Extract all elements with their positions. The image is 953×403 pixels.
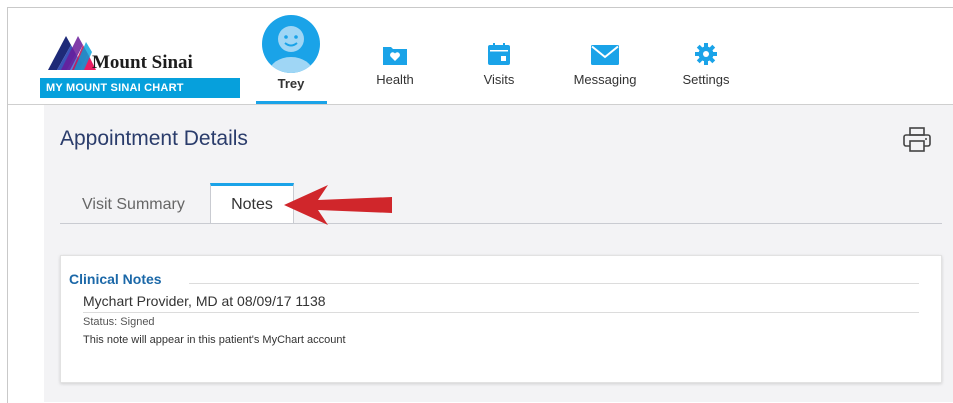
portal-name-bar: MY MOUNT SINAI CHART	[40, 78, 240, 98]
divider	[189, 283, 919, 284]
avatar-icon	[262, 15, 320, 73]
mount-sinai-logo[interactable]: Mount Sinai MY MOUNT SINAI CHART	[40, 30, 240, 102]
brand-name: Mount Sinai	[92, 52, 193, 73]
nav-label-visits: Visits	[483, 72, 515, 87]
red-arrow-icon	[284, 185, 392, 225]
tabs-divider	[60, 223, 942, 224]
nav-item-health[interactable]: Health	[360, 38, 430, 87]
nav-label-trey: Trey	[277, 76, 305, 91]
note-header-link[interactable]: Mychart Provider, MD at 08/09/17 1138	[83, 293, 326, 309]
nav-label-health: Health	[376, 72, 414, 87]
note-status: Status: Signed	[83, 316, 155, 328]
nav-item-trey[interactable]: Trey	[254, 15, 328, 91]
page-title: Appointment Details	[60, 127, 248, 150]
gear-icon	[695, 43, 717, 65]
annotation-arrow	[284, 185, 396, 240]
envelope-icon	[591, 45, 619, 65]
divider	[83, 312, 919, 313]
folder-heart-icon	[383, 47, 407, 65]
note-body: This note will appear in this patient's …	[83, 334, 346, 346]
active-nav-indicator	[256, 101, 327, 104]
nav-label-messaging: Messaging	[573, 72, 637, 87]
calendar-icon	[488, 43, 510, 65]
nav-item-visits[interactable]: Visits	[469, 38, 529, 87]
clinical-notes-card: Clinical Notes Mychart Provider, MD at 0…	[60, 255, 942, 383]
nav-item-messaging[interactable]: Messaging	[563, 38, 647, 87]
main-content: Appointment Details Visit Summary Notes …	[44, 105, 953, 402]
nav-item-settings[interactable]: Settings	[672, 38, 740, 87]
nav-label-settings: Settings	[682, 72, 730, 87]
tab-visit-summary[interactable]: Visit Summary	[82, 185, 185, 224]
tab-notes[interactable]: Notes	[210, 183, 294, 224]
clinical-notes-title: Clinical Notes	[69, 271, 162, 287]
print-button[interactable]	[902, 127, 932, 158]
printer-icon	[903, 127, 931, 152]
